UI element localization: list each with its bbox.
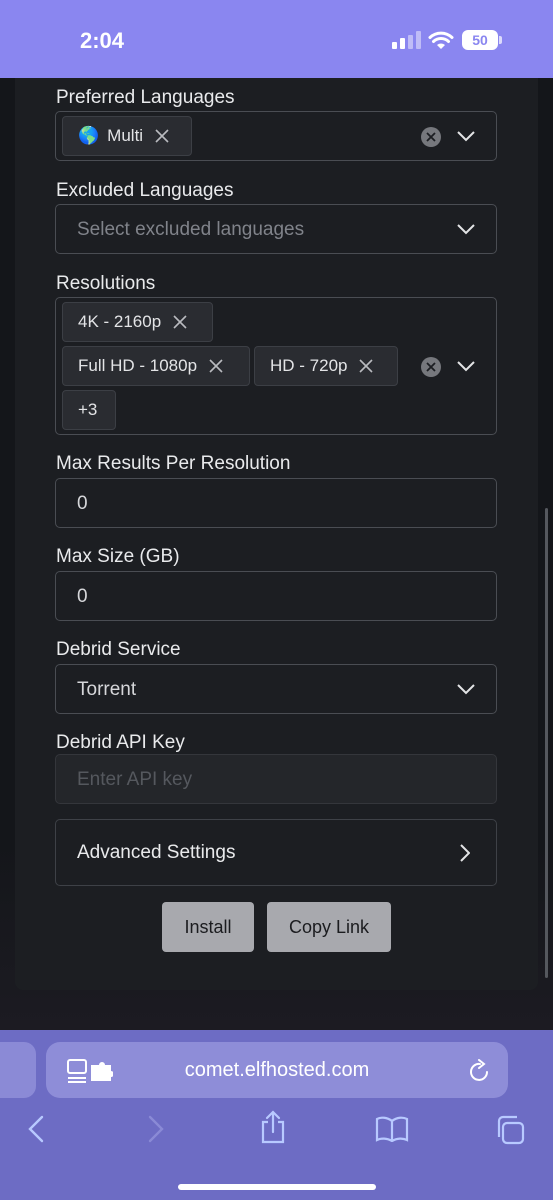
browser-toolbar: comet.elfhosted.com	[0, 1030, 553, 1200]
advanced-settings-toggle[interactable]: Advanced Settings	[55, 819, 497, 886]
advanced-settings-label: Advanced Settings	[77, 842, 236, 863]
address-bar[interactable]: comet.elfhosted.com	[46, 1042, 508, 1098]
chip-hd[interactable]: HD - 720p	[254, 346, 398, 386]
remove-chip-icon[interactable]	[173, 315, 187, 329]
chip-label: 4K - 2160p	[78, 312, 162, 331]
chip-4k[interactable]: 4K - 2160p	[62, 302, 213, 342]
chip-label: Full HD - 1080p	[78, 356, 198, 375]
debrid-service-label: Debrid Service	[56, 639, 181, 660]
chevron-down-icon[interactable]	[457, 224, 475, 235]
chevron-down-icon[interactable]	[457, 131, 475, 142]
page-content: Preferred Languages 🌎 Multi Excluded Lan…	[0, 78, 553, 1030]
excluded-languages-placeholder: Select excluded languages	[77, 219, 305, 240]
preferred-languages-label: Preferred Languages	[56, 87, 235, 108]
tabs-icon[interactable]	[495, 1115, 525, 1145]
debrid-service-value: Torrent	[77, 679, 137, 700]
remove-chip-icon[interactable]	[359, 359, 374, 373]
debrid-service-select[interactable]: Torrent	[55, 664, 497, 714]
max-size-value: 0	[77, 586, 88, 607]
reload-icon[interactable]	[469, 1059, 491, 1083]
max-results-label: Max Results Per Resolution	[56, 453, 291, 474]
resolutions-select[interactable]: 4K - 2160p Full HD - 1080p HD - 720p +3	[55, 297, 497, 435]
battery-level: 50	[472, 32, 488, 48]
home-indicator	[178, 1184, 376, 1190]
chip-full-hd[interactable]: Full HD - 1080p	[62, 346, 250, 386]
install-button[interactable]: Install	[162, 902, 254, 952]
chip-more[interactable]: +3	[62, 390, 116, 430]
excluded-languages-select[interactable]: Select excluded languages	[55, 204, 497, 254]
previous-tab-peek[interactable]	[0, 1042, 36, 1098]
more-count: +3	[78, 400, 98, 419]
remove-chip-icon[interactable]	[155, 129, 169, 143]
chevron-right-icon	[460, 844, 470, 862]
max-size-label: Max Size (GB)	[56, 546, 180, 567]
back-icon[interactable]	[28, 1115, 44, 1143]
chevron-down-icon[interactable]	[457, 684, 475, 695]
cellular-signal-icon	[392, 31, 421, 49]
scrollbar[interactable]	[545, 508, 548, 978]
status-time: 2:04	[80, 28, 125, 53]
chip-multi[interactable]: 🌎 Multi	[62, 116, 192, 156]
wifi-icon	[428, 31, 454, 49]
preferred-languages-select[interactable]: 🌎 Multi	[55, 111, 497, 161]
forward-icon	[148, 1115, 164, 1143]
max-results-value: 0	[77, 493, 88, 514]
remove-chip-icon[interactable]	[209, 359, 223, 373]
clear-icon[interactable]	[421, 127, 441, 147]
debrid-api-key-placeholder: Enter API key	[77, 769, 193, 790]
debrid-api-key-label: Debrid API Key	[56, 732, 185, 753]
share-icon[interactable]	[260, 1110, 286, 1144]
max-results-input[interactable]: 0	[55, 478, 497, 528]
bookmarks-icon[interactable]	[375, 1116, 409, 1142]
excluded-languages-label: Excluded Languages	[56, 180, 234, 201]
battery-icon: 50	[462, 30, 498, 50]
max-size-input[interactable]: 0	[55, 571, 497, 621]
clear-icon[interactable]	[421, 357, 441, 377]
resolutions-label: Resolutions	[56, 273, 156, 294]
chip-label: Multi	[107, 126, 144, 145]
battery-tip	[499, 36, 502, 44]
url-text: comet.elfhosted.com	[184, 1059, 370, 1081]
copy-link-button[interactable]: Copy Link	[267, 902, 391, 952]
debrid-api-key-input[interactable]: Enter API key	[55, 754, 497, 804]
chip-label: HD - 720p	[270, 356, 348, 375]
chevron-down-icon[interactable]	[457, 361, 475, 372]
globe-icon: 🌎	[78, 126, 100, 145]
status-bar: 2:04 50	[0, 0, 553, 78]
